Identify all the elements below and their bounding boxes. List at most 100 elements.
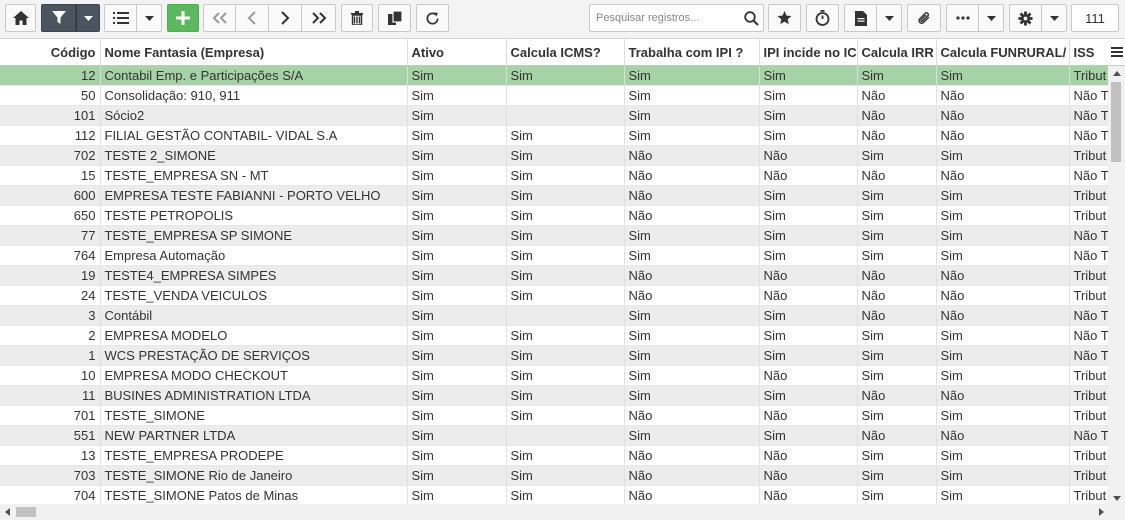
scroll-down-arrow[interactable] — [1108, 491, 1125, 505]
list-view-button[interactable] — [104, 4, 137, 32]
table-row[interactable]: 1 WCS PRESTAÇÃO DE SERVIÇOS Sim Sim Sim Sim Si… — [0, 345, 1109, 366]
first-record-button[interactable] — [203, 4, 236, 32]
more-options-button[interactable] — [946, 4, 979, 32]
add-button[interactable] — [167, 4, 199, 32]
cell-ipi-incide: Sim — [759, 105, 858, 126]
column-header-calcula-icms[interactable]: Calcula ICMS? — [506, 39, 625, 66]
cell-ativo: Sim — [407, 165, 507, 186]
column-header-trabalha-ipi[interactable]: Trabalha com IPI ? — [624, 39, 760, 66]
copy-button[interactable] — [378, 4, 411, 32]
column-header-ativo[interactable]: Ativo — [407, 39, 507, 66]
cell-ipi-incide: Sim — [759, 185, 858, 206]
cell-ipi-incide: Não — [759, 165, 858, 186]
cell-calcula-irr: Não — [857, 125, 937, 146]
cell-calcula-icms: Sim — [506, 485, 625, 506]
table-row[interactable]: 10 EMPRESA MODO CHECKOUT Sim Sim Sim Não Sim Si… — [0, 365, 1109, 386]
column-header-codigo[interactable]: Código — [0, 39, 101, 66]
scrollbar-corner — [1108, 504, 1125, 520]
table-row[interactable]: 13 TESTE_EMPRESA PRODEPE Sim Sim Não Não Sim Si… — [0, 445, 1109, 466]
column-chooser-button[interactable] — [1108, 39, 1125, 66]
header-row: Código Nome Fantasia (Empresa) Ativo Cal… — [0, 39, 1109, 66]
filter-button[interactable] — [41, 4, 76, 32]
horizontal-scrollbar[interactable] — [0, 504, 1108, 520]
settings-button[interactable] — [1009, 4, 1042, 32]
column-header-calcula-irr[interactable]: Calcula IRR — [857, 39, 937, 66]
cell-calcula-irr: Sim — [857, 345, 937, 366]
table-row-selected[interactable]: 12 Contabil Emp. e Participações S/A Sim Si… — [0, 65, 1109, 86]
cell-iss: Tribut — [1069, 385, 1109, 406]
table-row[interactable]: 703 TESTE_SIMONE Rio de Janeiro Sim Sim Não N… — [0, 465, 1109, 486]
next-record-button[interactable] — [269, 4, 302, 32]
table-row[interactable]: 19 TESTE4_EMPRESA SIMPES Sim Sim Não Não Não Nã… — [0, 265, 1109, 286]
column-header-ipi-incide[interactable]: IPI incide no IC — [759, 39, 858, 66]
report-button[interactable] — [844, 4, 877, 32]
delete-button[interactable] — [341, 4, 373, 32]
table-row[interactable]: 701 TESTE_SIMONE Sim Sim Não Não Sim Sim Tribut — [0, 405, 1109, 426]
scroll-right-arrow[interactable] — [1094, 504, 1108, 520]
table-row[interactable]: 50 Consolidação: 910, 911 Sim Sim Sim Não Não N… — [0, 85, 1109, 106]
cell-calcula-icms: Sim — [506, 365, 625, 386]
report-dropdown-button[interactable] — [877, 4, 902, 32]
refresh-button[interactable] — [416, 4, 449, 32]
column-header-nome-fantasia[interactable]: Nome Fantasia (Empresa) — [100, 39, 408, 66]
list-view-dropdown-button[interactable] — [137, 4, 162, 32]
table-row[interactable]: 112 FILIAL GESTÃO CONTABIL- VIDAL S.A Sim S… — [0, 125, 1109, 146]
cell-codigo: 15 — [0, 165, 101, 186]
cell-trabalha-ipi: Sim — [624, 225, 760, 246]
last-record-button[interactable] — [302, 4, 336, 32]
data-grid: Código Nome Fantasia (Empresa) Ativo Cal… — [0, 38, 1125, 506]
record-count: 111 — [1071, 4, 1119, 32]
cell-iss: Não T — [1069, 125, 1109, 146]
table-row[interactable]: 24 TESTE_VENDA VEICULOS Sim Sim Não Não Não Não… — [0, 285, 1109, 306]
cell-calcula-funrural: Sim — [936, 185, 1070, 206]
cell-calcula-icms: Sim — [506, 465, 625, 486]
scroll-left-arrow[interactable] — [0, 504, 14, 520]
table-row[interactable]: 11 BUSINES ADMINISTRATION LTDA Sim Sim Sim Si… — [0, 385, 1109, 406]
table-row[interactable]: 101 Sócio2 Sim Sim Sim Não Não Não T — [0, 105, 1109, 126]
vertical-scroll-thumb[interactable] — [1111, 82, 1121, 162]
list-icon — [112, 12, 129, 24]
cell-calcula-irr: Não — [857, 105, 937, 126]
table-row[interactable]: 764 Empresa Automação Sim Sim Sim Sim Sim Sim Nã… — [0, 245, 1109, 266]
table-row[interactable]: 3 Contábil Sim Sim Sim Não Não Não T — [0, 305, 1109, 326]
cell-iss: Tribut — [1069, 405, 1109, 426]
scroll-up-arrow[interactable] — [1108, 66, 1125, 80]
table-row[interactable]: 702 TESTE 2_SIMONE Sim Sim Não Não Sim Sim Tribu… — [0, 145, 1109, 166]
table-row[interactable]: 551 NEW PARTNER LTDA Sim Sim Sim Não Não Não T — [0, 425, 1109, 446]
cell-calcula-icms: Sim — [506, 405, 625, 426]
cell-calcula-irr: Não — [857, 385, 937, 406]
cell-iss: Não T — [1069, 85, 1109, 106]
favorites-button[interactable] — [768, 4, 801, 32]
cell-ipi-incide: Não — [759, 445, 858, 466]
table-row[interactable]: 15 TESTE_EMPRESA SN - MT Sim Sim Não Não Não Nã… — [0, 165, 1109, 186]
horizontal-scroll-thumb[interactable] — [16, 507, 36, 517]
cell-codigo: 13 — [0, 445, 101, 466]
search-icon[interactable] — [744, 11, 759, 29]
table-body: 12 Contabil Emp. e Participações S/A Sim Si… — [0, 65, 1109, 506]
table-row[interactable]: 600 EMPRESA TESTE FABIANNI - PORTO VELHO S… — [0, 185, 1109, 206]
cell-calcula-funrural: Não — [936, 385, 1070, 406]
timer-button[interactable] — [806, 4, 839, 32]
table-row[interactable]: 650 TESTE PETROPOLIS Sim Sim Não Sim Sim Sim Tri… — [0, 205, 1109, 226]
cell-calcula-irr: Sim — [857, 365, 937, 386]
more-options-dropdown-button[interactable] — [979, 4, 1004, 32]
filter-dropdown-button[interactable] — [76, 4, 100, 32]
column-header-calcula-funrural[interactable]: Calcula FUNRURAL/ — [936, 39, 1070, 66]
table-row[interactable]: 2 EMPRESA MODELO Sim Sim Sim Sim Sim Sim Não T — [0, 325, 1109, 346]
cell-ativo: Sim — [407, 325, 507, 346]
cell-nome-fantasia: FILIAL GESTÃO CONTABIL- VIDAL S.A — [100, 125, 408, 146]
previous-record-button[interactable] — [236, 4, 269, 32]
home-button[interactable] — [5, 4, 36, 32]
cell-ativo: Sim — [407, 305, 507, 326]
table-row[interactable]: 77 TESTE_EMPRESA SP SIMONE Sim Sim Sim Sim Sim… — [0, 225, 1109, 246]
table-row[interactable]: 704 TESTE_SIMONE Patos de Minas Sim Sim Não N… — [0, 485, 1109, 506]
vertical-scrollbar[interactable] — [1108, 66, 1125, 505]
cell-ipi-incide: Sim — [759, 345, 858, 366]
cell-trabalha-ipi: Sim — [624, 105, 760, 126]
settings-dropdown-button[interactable] — [1042, 4, 1067, 32]
column-header-iss[interactable]: ISS — [1069, 39, 1109, 66]
attachment-button[interactable] — [907, 4, 941, 32]
search-input[interactable] — [594, 11, 743, 25]
cell-codigo: 11 — [0, 385, 101, 406]
cell-trabalha-ipi: Sim — [624, 385, 760, 406]
